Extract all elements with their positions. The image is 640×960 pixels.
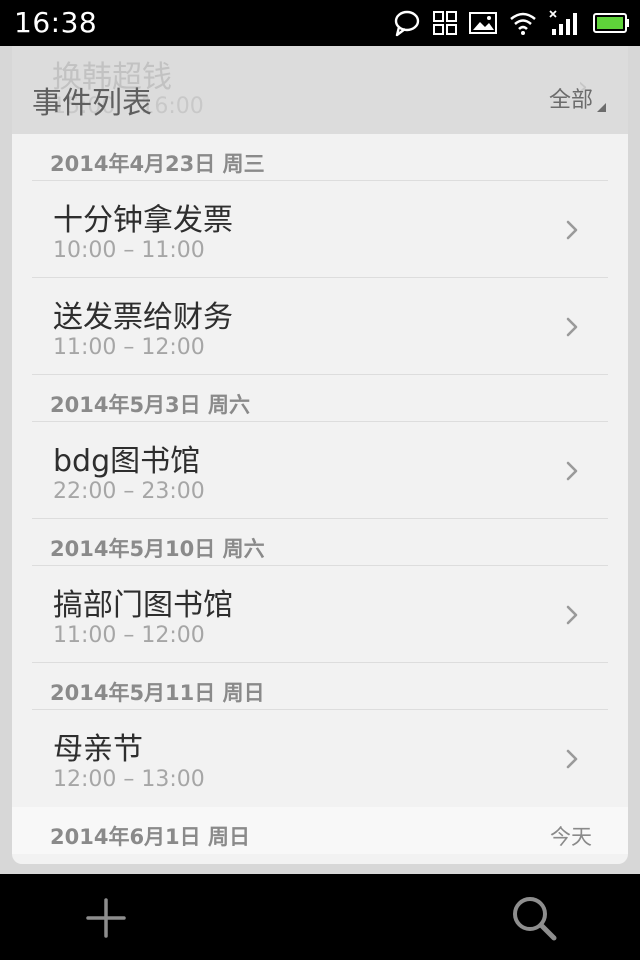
search-button[interactable] [508, 892, 560, 944]
event-list-card: 换韩超钱 15:00 – 16:00 › 事件列表 全部 2014年4月23日 … [12, 46, 628, 864]
chevron-right-icon [566, 605, 578, 625]
event-screen: 换韩超钱 15:00 – 16:00 › 事件列表 全部 2014年4月23日 … [0, 46, 640, 874]
event-title: bdg图书馆 [53, 444, 201, 479]
signal-icon [548, 9, 582, 37]
event-title: 母亲节 [53, 732, 143, 767]
filter-dropdown[interactable]: 全部 [549, 82, 606, 114]
status-time: 16:38 [14, 6, 98, 39]
chevron-right-icon [566, 461, 578, 481]
filter-label: 全部 [548, 88, 593, 113]
date-header: 2014年5月10日 周六 [12, 519, 628, 566]
date-header-today: 2014年6月1日 周日 今天 [12, 807, 628, 854]
battery-icon [592, 11, 630, 35]
chevron-right-icon [566, 220, 578, 240]
status-icons [392, 7, 630, 39]
image-icon [468, 10, 498, 36]
card-header: 换韩超钱 15:00 – 16:00 › 事件列表 全部 [12, 46, 628, 134]
event-list: 2014年4月23日 周三 十分钟拿发票 10:00 – 11:00 送发票给财… [12, 134, 628, 854]
date-label: 2014年5月10日 周六 [50, 537, 265, 561]
bottom-toolbar [0, 874, 640, 960]
event-time: 11:00 – 12:00 [53, 335, 205, 360]
grid-icon [432, 10, 458, 36]
date-label: 2014年5月11日 周日 [50, 681, 265, 705]
date-label: 2014年4月23日 周三 [50, 152, 265, 176]
today-badge: 今天 [550, 825, 592, 849]
event-row[interactable]: 搞部门图书馆 11:00 – 12:00 [12, 566, 628, 663]
page-title: 事件列表 [32, 86, 152, 121]
event-time: 12:00 – 13:00 [53, 767, 205, 792]
event-title: 送发票给财务 [53, 300, 233, 335]
event-time: 11:00 – 12:00 [53, 623, 205, 648]
event-title: 十分钟拿发票 [53, 203, 233, 238]
date-header: 2014年5月3日 周六 [12, 375, 628, 422]
event-row[interactable]: bdg图书馆 22:00 – 23:00 [12, 422, 628, 519]
event-row[interactable]: 十分钟拿发票 10:00 – 11:00 [12, 181, 628, 278]
date-label: 2014年5月3日 周六 [50, 393, 250, 417]
date-label: 2014年6月1日 周日 [50, 825, 250, 849]
search-icon [513, 897, 557, 941]
chevron-right-icon [566, 317, 578, 337]
add-event-button[interactable] [80, 892, 132, 944]
status-bar: 16:38 [0, 0, 640, 46]
plus-icon [86, 898, 126, 938]
event-time: 10:00 – 11:00 [53, 238, 205, 263]
event-time: 22:00 – 23:00 [53, 479, 205, 504]
event-row[interactable]: 母亲节 12:00 – 13:00 [12, 710, 628, 807]
wifi-icon [508, 10, 538, 36]
message-icon [392, 8, 422, 38]
caret-down-icon [597, 103, 606, 112]
event-row[interactable]: 送发票给财务 11:00 – 12:00 [12, 278, 628, 375]
date-header: 2014年4月23日 周三 [12, 134, 628, 181]
event-title: 搞部门图书馆 [53, 588, 233, 623]
chevron-right-icon [566, 749, 578, 769]
date-header: 2014年5月11日 周日 [12, 663, 628, 710]
